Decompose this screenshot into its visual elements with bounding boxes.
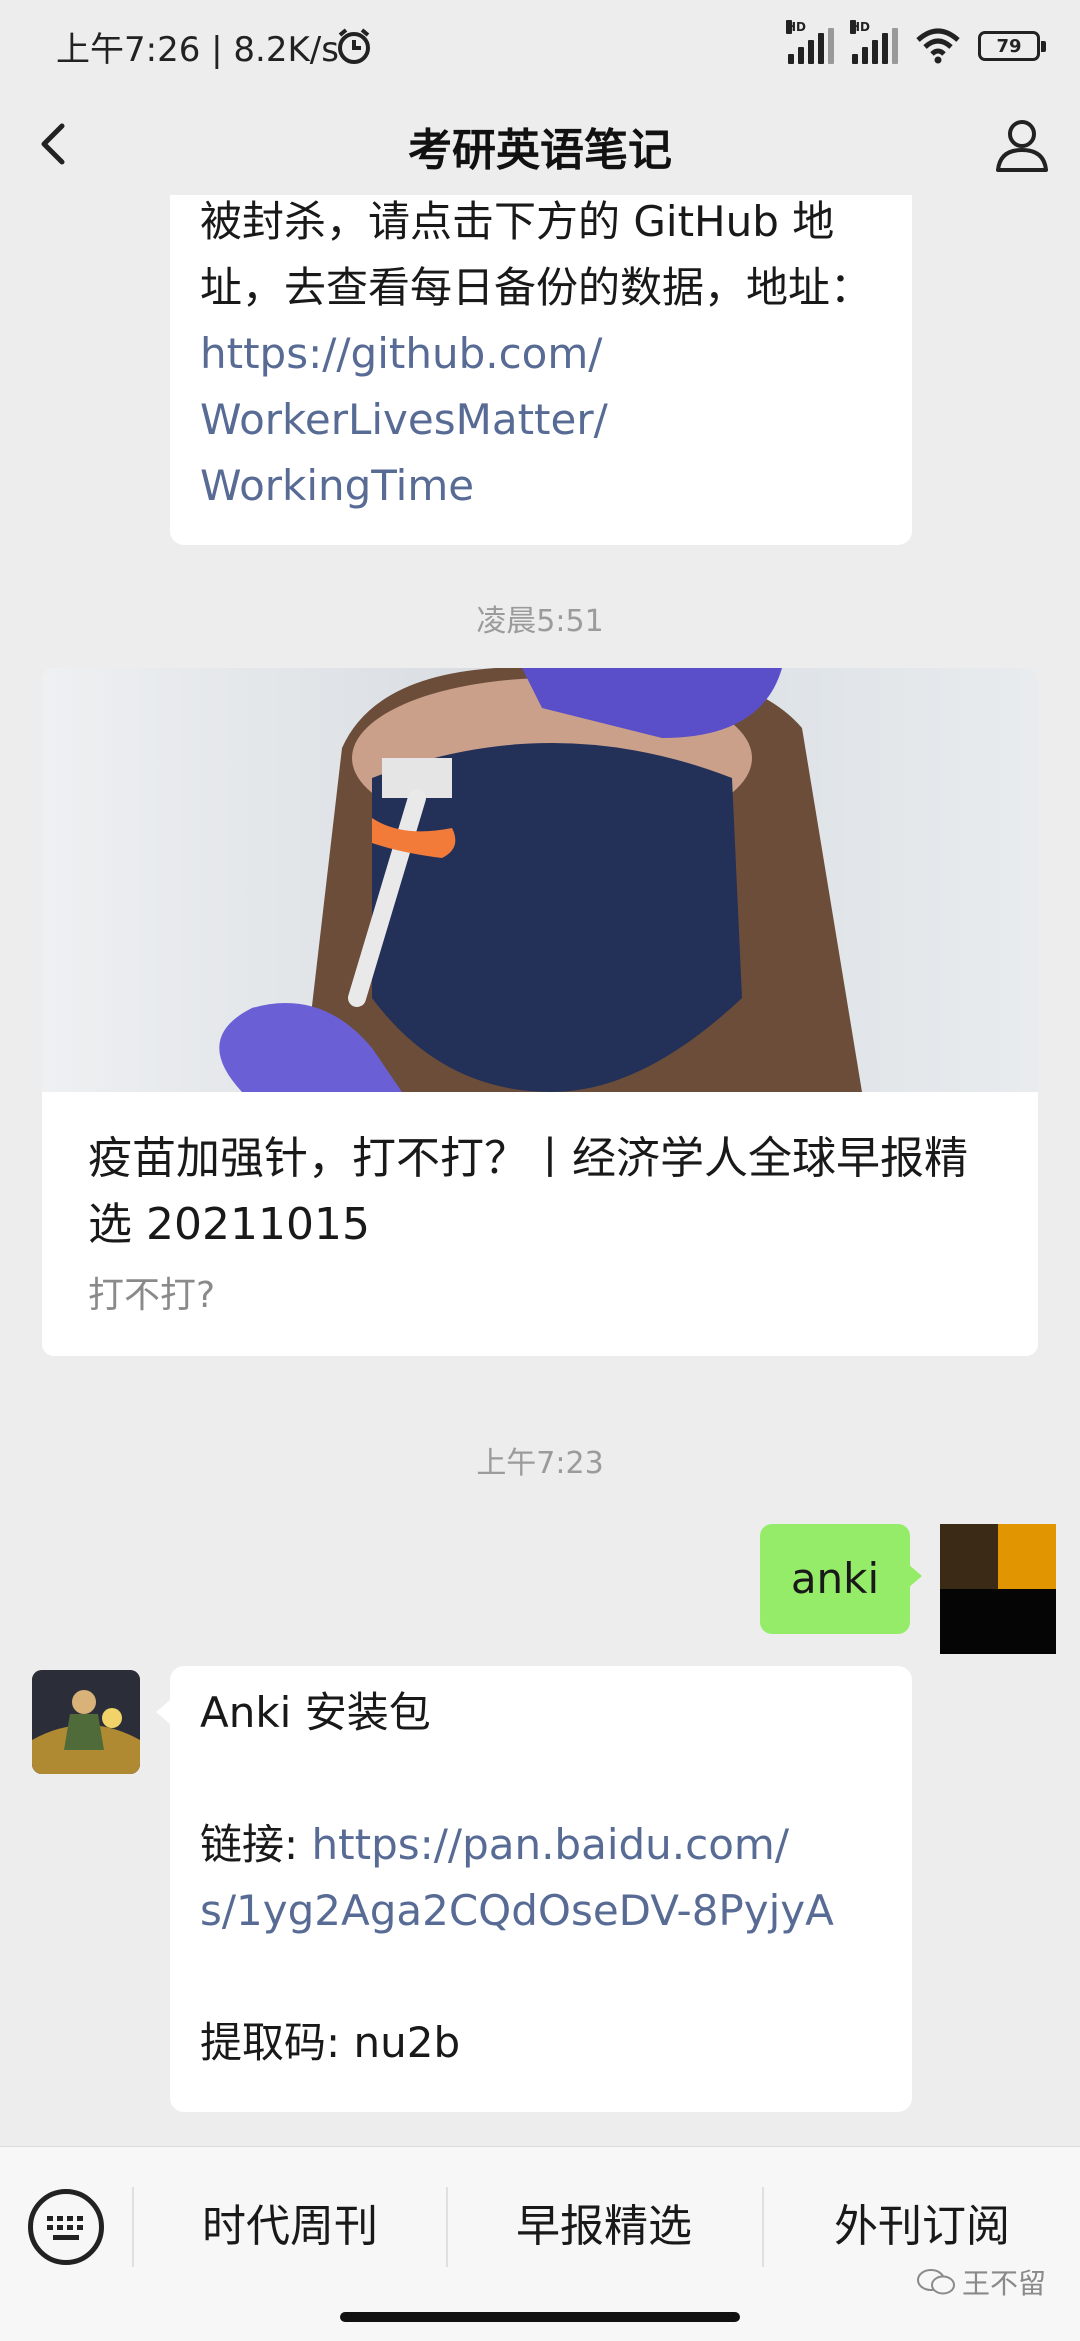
timestamp: 凌晨5:51 <box>476 604 604 639</box>
baidu-link[interactable]: https://pan.baidu.com/ <box>312 1820 789 1869</box>
article-subtitle: 打不打? <box>88 1275 216 1316</box>
home-indicator[interactable] <box>340 2312 740 2322</box>
menu-item-morning-picks[interactable]: 早报精选 <box>448 2187 760 2267</box>
message-bubble-anki: Anki 安装包 链接: https://pan.baidu.com/ s/1y… <box>170 1666 912 2112</box>
message-text-line: 址，去查看每日备份的数据，地址： <box>200 263 873 312</box>
article-cover-image <box>42 668 1038 1092</box>
extraction-code: 提取码: nu2b <box>200 2018 461 2067</box>
menu-item-journal-subscription[interactable]: 外刊订阅 <box>764 2187 1080 2267</box>
message-bubble-github: 被封杀，请点击下方的 GitHub 地 址，去查看每日备份的数据，地址： htt… <box>170 195 912 545</box>
message-text-line: 被封杀，请点击下方的 GitHub 地 <box>200 197 835 246</box>
watermark: 王不留 <box>916 2262 1046 2302</box>
status-bar: 上午7:26 | 8.2K/s HD HD 79 <box>0 0 1080 90</box>
person-icon[interactable] <box>990 112 1054 176</box>
link-line: 链接: https://pan.baidu.com/ <box>200 1812 882 1878</box>
reply-bubble-tail <box>156 1700 170 1724</box>
alarm-clock-icon <box>338 28 370 64</box>
menu-item-time-weekly[interactable]: 时代周刊 <box>134 2187 446 2267</box>
signal-icon-2: HD <box>850 20 898 64</box>
keyboard-icon[interactable] <box>28 2189 104 2265</box>
avatar-official-account[interactable] <box>32 1670 140 1774</box>
page-title: 考研英语笔记 <box>408 125 672 176</box>
signal-icon: HD <box>786 20 834 64</box>
github-link[interactable]: WorkingTime <box>200 453 882 519</box>
avatar-self[interactable] <box>940 1524 1056 1654</box>
wifi-icon <box>916 28 960 64</box>
watermark-text: 王不留 <box>961 2267 1046 2300</box>
link-label: 链接: <box>200 1820 312 1869</box>
baidu-link[interactable]: s/1yg2Aga2CQdOseDV-8PyjyA <box>200 1878 882 1944</box>
article-card[interactable]: 疫苗加强针，打不打？丨经济学人全球早报精选 20211015 打不打? <box>42 668 1038 1356</box>
timestamp: 上午7:23 <box>476 1446 604 1481</box>
wechat-icon <box>916 2269 955 2295</box>
github-link[interactable]: WorkerLivesMatter/ <box>200 387 882 453</box>
status-time-speed: 上午7:26 | 8.2K/s <box>56 30 339 70</box>
title-bar: 考研英语笔记 <box>0 90 1080 195</box>
status-icons: HD HD 79 <box>786 20 1046 68</box>
sent-message-bubble: anki <box>760 1524 910 1634</box>
sent-message-text: anki <box>790 1554 880 1603</box>
article-title: 疫苗加强针，打不打？丨经济学人全球早报精选 20211015 <box>88 1133 968 1250</box>
github-link[interactable]: https://github.com/ <box>200 321 882 387</box>
message-text-line: Anki 安装包 <box>200 1688 431 1737</box>
sent-bubble-tail <box>908 1564 922 1588</box>
battery-indicator: 79 <box>978 31 1046 61</box>
